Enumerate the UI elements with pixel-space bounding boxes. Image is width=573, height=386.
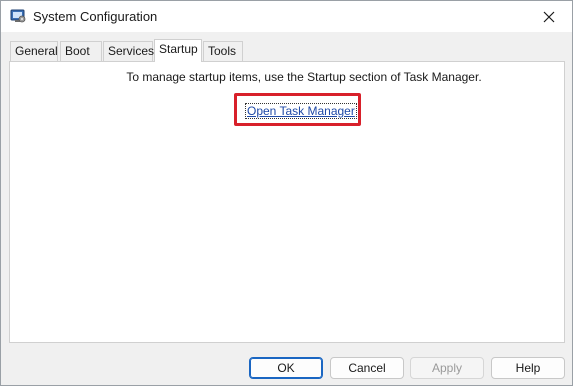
- tab-tools[interactable]: Tools: [203, 41, 243, 61]
- cancel-button[interactable]: Cancel: [330, 357, 404, 379]
- tab-label: Boot: [65, 44, 90, 58]
- tab-services[interactable]: Services: [103, 41, 155, 61]
- system-configuration-window: System Configuration General Boot Servic…: [0, 0, 573, 386]
- apply-button[interactable]: Apply: [410, 357, 484, 379]
- close-icon: [543, 11, 555, 22]
- ok-button[interactable]: OK: [249, 357, 323, 379]
- tab-label: General: [15, 44, 58, 58]
- help-button[interactable]: Help: [491, 357, 565, 379]
- tab-startup[interactable]: Startup: [154, 39, 202, 62]
- tab-label: Startup: [159, 42, 198, 56]
- tab-label: Tools: [208, 44, 237, 58]
- startup-info-text: To manage startup items, use the Startup…: [126, 70, 482, 84]
- window-title: System Configuration: [33, 9, 158, 24]
- startup-panel: To manage startup items, use the Startup…: [9, 61, 565, 343]
- tab-label: Services: [108, 44, 155, 58]
- tab-boot[interactable]: Boot: [60, 41, 102, 61]
- title-bar[interactable]: System Configuration: [1, 1, 572, 32]
- close-button[interactable]: [526, 1, 572, 32]
- open-task-manager-link[interactable]: Open Task Manager: [245, 103, 357, 119]
- tab-general[interactable]: General: [10, 41, 58, 61]
- msconfig-app-icon: [10, 8, 26, 24]
